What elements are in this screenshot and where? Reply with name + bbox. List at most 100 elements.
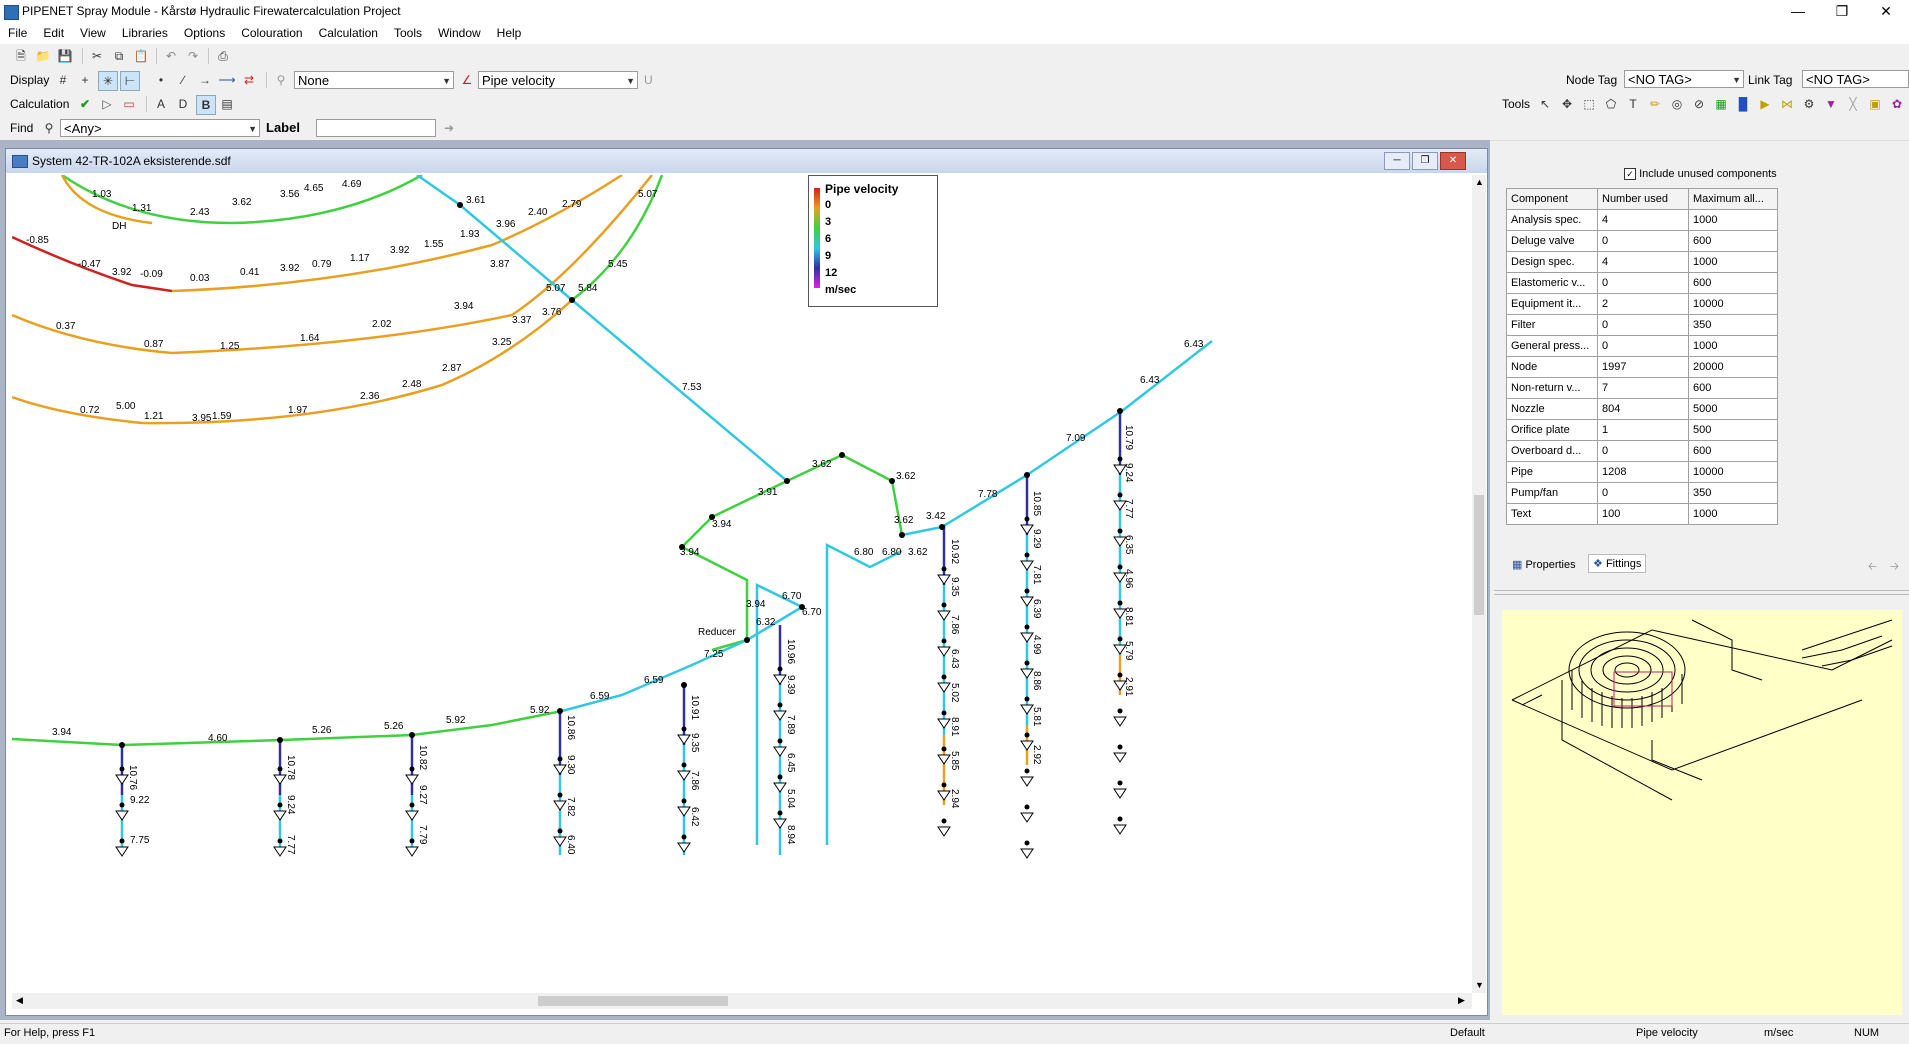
junction-node[interactable] — [457, 202, 463, 208]
node-point[interactable] — [409, 838, 415, 844]
nozzle-icon[interactable] — [553, 764, 567, 775]
snap-icon[interactable]: ✳ — [98, 71, 118, 91]
cut-icon[interactable]: ✂ — [88, 47, 106, 65]
junction-node[interactable] — [889, 478, 895, 484]
node-point[interactable] — [1024, 804, 1030, 810]
pipe[interactable] — [12, 709, 563, 747]
node-point[interactable] — [409, 802, 415, 808]
doc-close-button[interactable]: ✕ — [1440, 152, 1466, 170]
fan-tool-icon[interactable]: ✿ — [1888, 95, 1906, 113]
table-row[interactable]: Pump/fan 0 350 — [1506, 482, 1778, 504]
node-point[interactable] — [1024, 624, 1030, 630]
menu-libraries[interactable]: Libraries — [114, 24, 176, 40]
nozzle-icon[interactable] — [273, 774, 287, 785]
vertical-scroll-thumb[interactable] — [1474, 495, 1484, 615]
column-header-number-used[interactable]: Number used — [1597, 188, 1689, 210]
rectangle-select-icon[interactable]: ⬚ — [1580, 95, 1598, 113]
valve-tool-icon[interactable]: ⊘ — [1690, 95, 1708, 113]
deluge-tool-icon[interactable]: █ — [1734, 95, 1752, 113]
nozzle-icon[interactable] — [773, 674, 787, 685]
link-colouration-select[interactable]: Pipe velocity ▼ — [478, 71, 638, 89]
nozzle-icon[interactable] — [405, 810, 419, 821]
arrow-icon[interactable]: → — [196, 71, 214, 89]
horizontal-scroll-thumb[interactable] — [538, 996, 728, 1006]
nozzle-icon[interactable] — [1020, 848, 1034, 859]
nozzle-icon[interactable] — [1113, 752, 1127, 763]
units-button[interactable]: U — [644, 73, 653, 87]
find-type-select[interactable]: <Any> ▼ — [60, 119, 260, 137]
junction-node[interactable] — [681, 682, 687, 688]
clear-results-icon[interactable]: ▭ — [120, 95, 138, 113]
node-point[interactable] — [941, 566, 947, 572]
overview-map[interactable] — [1502, 610, 1902, 1015]
junction-node[interactable] — [839, 452, 845, 458]
node-point[interactable] — [777, 738, 783, 744]
nozzle-icon[interactable] — [553, 800, 567, 811]
nozzle-icon[interactable] — [937, 610, 951, 621]
node-point[interactable] — [1117, 816, 1123, 822]
tab-properties[interactable]: ▦ Properties — [1508, 556, 1580, 573]
node-point[interactable] — [1024, 660, 1030, 666]
nozzle-icon[interactable] — [937, 646, 951, 657]
table-row[interactable]: General press... 0 1000 — [1506, 335, 1778, 357]
table-row[interactable]: Equipment it... 2 10000 — [1506, 293, 1778, 315]
junction-node[interactable] — [679, 544, 685, 550]
pump-tool-icon[interactable]: ◎ — [1668, 95, 1686, 113]
nozzle-icon[interactable] — [773, 782, 787, 793]
orthogonal-icon[interactable]: ⊢ — [120, 71, 140, 91]
node-point[interactable] — [119, 802, 125, 808]
design-d-icon[interactable]: D — [174, 95, 192, 113]
nozzle-icon[interactable] — [1020, 812, 1034, 823]
node-point[interactable] — [941, 638, 947, 644]
nozzle-icon[interactable] — [115, 774, 129, 785]
column-header-maximum[interactable]: Maximum all... — [1688, 188, 1778, 210]
node-point[interactable] — [1117, 744, 1123, 750]
table-row[interactable]: Analysis spec. 4 1000 — [1506, 209, 1778, 231]
junction-node[interactable] — [899, 532, 905, 538]
menu-edit[interactable]: Edit — [35, 24, 72, 40]
node-point[interactable] — [941, 602, 947, 608]
menu-file[interactable]: File — [0, 24, 35, 40]
node-point[interactable] — [119, 766, 125, 772]
node-point[interactable] — [777, 702, 783, 708]
junction-node[interactable] — [1024, 472, 1030, 478]
menu-tools[interactable]: Tools — [386, 24, 430, 40]
close-button[interactable]: ✕ — [1864, 0, 1908, 24]
menu-calculation[interactable]: Calculation — [311, 24, 386, 40]
panel-splitter[interactable] — [1494, 590, 1909, 595]
menu-options[interactable]: Options — [176, 24, 233, 40]
open-folder-icon[interactable]: 📁 — [34, 47, 52, 65]
nozzle-icon[interactable] — [273, 810, 287, 821]
find-go-icon[interactable]: ➜ — [440, 119, 458, 137]
table-row[interactable]: Pipe 1208 10000 — [1506, 461, 1778, 483]
table-row[interactable]: Node 1997 20000 — [1506, 356, 1778, 378]
pipe[interactable] — [12, 175, 653, 355]
grid-icon[interactable]: # — [54, 71, 72, 89]
scroll-right-icon[interactable]: ▶ — [1458, 995, 1465, 1006]
lasso-icon[interactable]: ⬠ — [1602, 95, 1620, 113]
node-point[interactable] — [941, 746, 947, 752]
menu-help[interactable]: Help — [489, 24, 530, 40]
network-canvas[interactable]: 1.03 1.31 2.43 3.62 3.56 4.65 4.69 -0.85 -0.47 3.… — [12, 175, 1472, 993]
nav-back-icon[interactable]: 🡠 — [1868, 558, 1877, 577]
node-point[interactable] — [1117, 564, 1123, 570]
paste-icon[interactable]: 📋 — [132, 47, 150, 65]
node-point[interactable] — [681, 834, 687, 840]
node-point[interactable] — [681, 762, 687, 768]
node-point[interactable] — [1024, 552, 1030, 558]
doc-minimize-button[interactable]: ─ — [1384, 152, 1410, 170]
node-point[interactable] — [557, 756, 563, 762]
pan-icon[interactable]: ✥ — [1558, 95, 1576, 113]
nozzle-icon[interactable] — [405, 774, 419, 785]
nozzle-icon[interactable] — [1113, 824, 1127, 835]
menu-colouration[interactable]: Colouration — [233, 24, 310, 40]
nozzle-icon[interactable] — [937, 826, 951, 837]
pipe[interactable] — [786, 453, 904, 536]
junction-node[interactable] — [1117, 408, 1123, 414]
new-file-icon[interactable]: 🗎 — [12, 47, 30, 65]
menu-view[interactable]: View — [72, 24, 114, 40]
pipe[interactable] — [901, 340, 1213, 537]
node-point[interactable] — [1024, 696, 1030, 702]
save-icon[interactable]: 💾 — [56, 47, 74, 65]
node-point[interactable] — [941, 818, 947, 824]
